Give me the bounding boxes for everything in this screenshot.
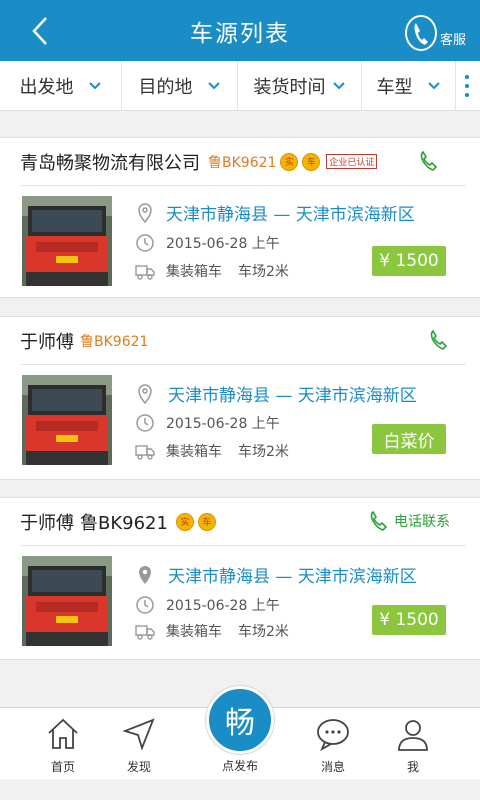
location-pin-icon bbox=[138, 202, 152, 223]
verified-badge-icon: 实 bbox=[280, 152, 299, 171]
verified-badge-icon: 车 bbox=[302, 152, 321, 171]
more-filters-icon[interactable] bbox=[456, 61, 478, 111]
truck-icon bbox=[135, 265, 155, 280]
plate-number: 鲁BK9621 bbox=[208, 154, 277, 171]
location-pin-icon bbox=[139, 565, 151, 584]
filter-origin[interactable]: 出发地 bbox=[0, 60, 122, 111]
truck-type: 集装箱车 bbox=[166, 624, 222, 640]
truck-length: 车场2米 bbox=[238, 624, 289, 640]
loading-date: 2015-06-28 上午 bbox=[166, 416, 280, 432]
filter-origin-label: 出发地 bbox=[19, 76, 74, 98]
phone-icon bbox=[370, 510, 388, 531]
chevron-down-icon bbox=[332, 81, 345, 89]
truck-type: 集装箱车 bbox=[166, 444, 222, 460]
chat-bubble-icon bbox=[317, 719, 349, 752]
home-icon bbox=[48, 718, 78, 749]
price-button[interactable]: ¥ 1500 bbox=[372, 605, 446, 635]
navigation-arrow-icon bbox=[122, 718, 155, 751]
phone-icon bbox=[404, 15, 437, 51]
clock-icon bbox=[136, 414, 154, 432]
route-row: 天津市静海县 — 天津市滨海新区 bbox=[134, 562, 417, 587]
tab-discover[interactable]: 发现 bbox=[104, 716, 174, 775]
customer-service-button[interactable]: 客服 bbox=[404, 12, 466, 52]
tab-home[interactable]: 首页 bbox=[28, 716, 98, 775]
price-button[interactable]: 白菜价 bbox=[372, 424, 446, 454]
call-button[interactable] bbox=[428, 329, 450, 351]
filter-loading-time[interactable]: 装货时间 bbox=[238, 60, 362, 111]
medal-badge-icon: 车 bbox=[197, 512, 216, 531]
tab-messages-label: 消息 bbox=[320, 760, 345, 774]
bottom-strip bbox=[0, 779, 480, 800]
phone-icon bbox=[420, 150, 438, 171]
listing-header: 青岛畅聚物流有限公司 鲁BK9621 实 车 企业已认证 bbox=[20, 138, 466, 186]
specs-row: 集装箱车 车场2米 bbox=[134, 260, 289, 282]
chevron-down-icon bbox=[88, 81, 101, 89]
filter-truck-type[interactable]: 车型 bbox=[362, 60, 456, 111]
listing-card[interactable]: 于师傅 鲁BK9621 天津市静海县 — 天津市滨海新区 2015-06-28 … bbox=[0, 316, 480, 480]
medal-badge-icon: 实 bbox=[175, 512, 194, 531]
location-pin-icon bbox=[138, 383, 152, 404]
owner-name: 于师傅 bbox=[20, 331, 74, 353]
owner-name: 青岛畅聚物流有限公司 bbox=[20, 152, 200, 174]
tab-discover-label: 发现 bbox=[126, 760, 151, 774]
owner-name: 于师傅 bbox=[20, 512, 74, 534]
route-row: 天津市静海县 — 天津市滨海新区 bbox=[134, 381, 417, 406]
date-row: 2015-06-28 上午 bbox=[134, 232, 280, 254]
filter-destination[interactable]: 目的地 bbox=[122, 60, 238, 111]
publish-label: 点发布 bbox=[221, 759, 258, 773]
listing-card[interactable]: 青岛畅聚物流有限公司 鲁BK9621 实 车 企业已认证 天津市静海县 — 天津… bbox=[0, 137, 480, 298]
phone-icon bbox=[430, 329, 448, 350]
truck-photo bbox=[22, 556, 112, 646]
filter-loading-time-label: 装货时间 bbox=[253, 76, 326, 98]
route-text: 天津市静海县 — 天津市滨海新区 bbox=[168, 386, 417, 406]
chevron-down-icon bbox=[427, 81, 440, 89]
call-button[interactable]: 电话联系 bbox=[368, 510, 450, 532]
clock-icon bbox=[136, 234, 154, 252]
date-row: 2015-06-28 上午 bbox=[134, 594, 280, 616]
listing-header: 于师傅 鲁BK9621 bbox=[20, 317, 466, 365]
truck-length: 车场2米 bbox=[238, 264, 289, 280]
listing-card[interactable]: 于师傅 鲁BK9621 实 车 电话联系 天津市静海县 — 天津市滨海新区 20… bbox=[0, 497, 480, 660]
plate-number: 鲁BK9621 bbox=[80, 333, 149, 350]
filter-destination-label: 目的地 bbox=[138, 76, 193, 98]
truck-type: 集装箱车 bbox=[166, 264, 222, 280]
specs-row: 集装箱车 车场2米 bbox=[134, 440, 289, 462]
truck-photo bbox=[22, 196, 112, 286]
price-button[interactable]: ¥ 1500 bbox=[372, 246, 446, 276]
tab-me[interactable]: 我 bbox=[378, 716, 448, 775]
specs-row: 集装箱车 车场2米 bbox=[134, 620, 289, 642]
route-text: 天津市静海县 — 天津市滨海新区 bbox=[168, 567, 417, 587]
call-label: 电话联系 bbox=[394, 514, 450, 530]
publish-button[interactable]: 畅 bbox=[206, 686, 274, 754]
date-row: 2015-06-28 上午 bbox=[134, 412, 280, 434]
loading-date: 2015-06-28 上午 bbox=[166, 598, 280, 614]
route-row: 天津市静海县 — 天津市滨海新区 bbox=[134, 200, 415, 225]
chevron-down-icon bbox=[207, 81, 220, 89]
tab-home-label: 首页 bbox=[50, 760, 75, 774]
filter-truck-type-label: 车型 bbox=[376, 76, 413, 98]
tab-me-label: 我 bbox=[406, 760, 419, 774]
loading-date: 2015-06-28 上午 bbox=[166, 236, 280, 252]
truck-length: 车场2米 bbox=[238, 444, 289, 460]
clock-icon bbox=[136, 596, 154, 614]
top-bar: 车源列表 客服 bbox=[0, 0, 480, 61]
plate-number: 鲁BK9621 bbox=[80, 512, 168, 534]
route-text: 天津市静海县 — 天津市滨海新区 bbox=[166, 205, 415, 225]
truck-icon bbox=[135, 625, 155, 640]
truck-icon bbox=[135, 445, 155, 460]
company-certified-stamp: 企业已认证 bbox=[326, 154, 378, 169]
tab-messages[interactable]: 消息 bbox=[298, 716, 368, 775]
truck-photo bbox=[22, 375, 112, 465]
service-label: 客服 bbox=[439, 33, 466, 48]
call-button[interactable] bbox=[418, 150, 440, 172]
user-icon bbox=[398, 720, 428, 751]
filter-bar: 出发地 目的地 装货时间 车型 bbox=[0, 60, 480, 111]
